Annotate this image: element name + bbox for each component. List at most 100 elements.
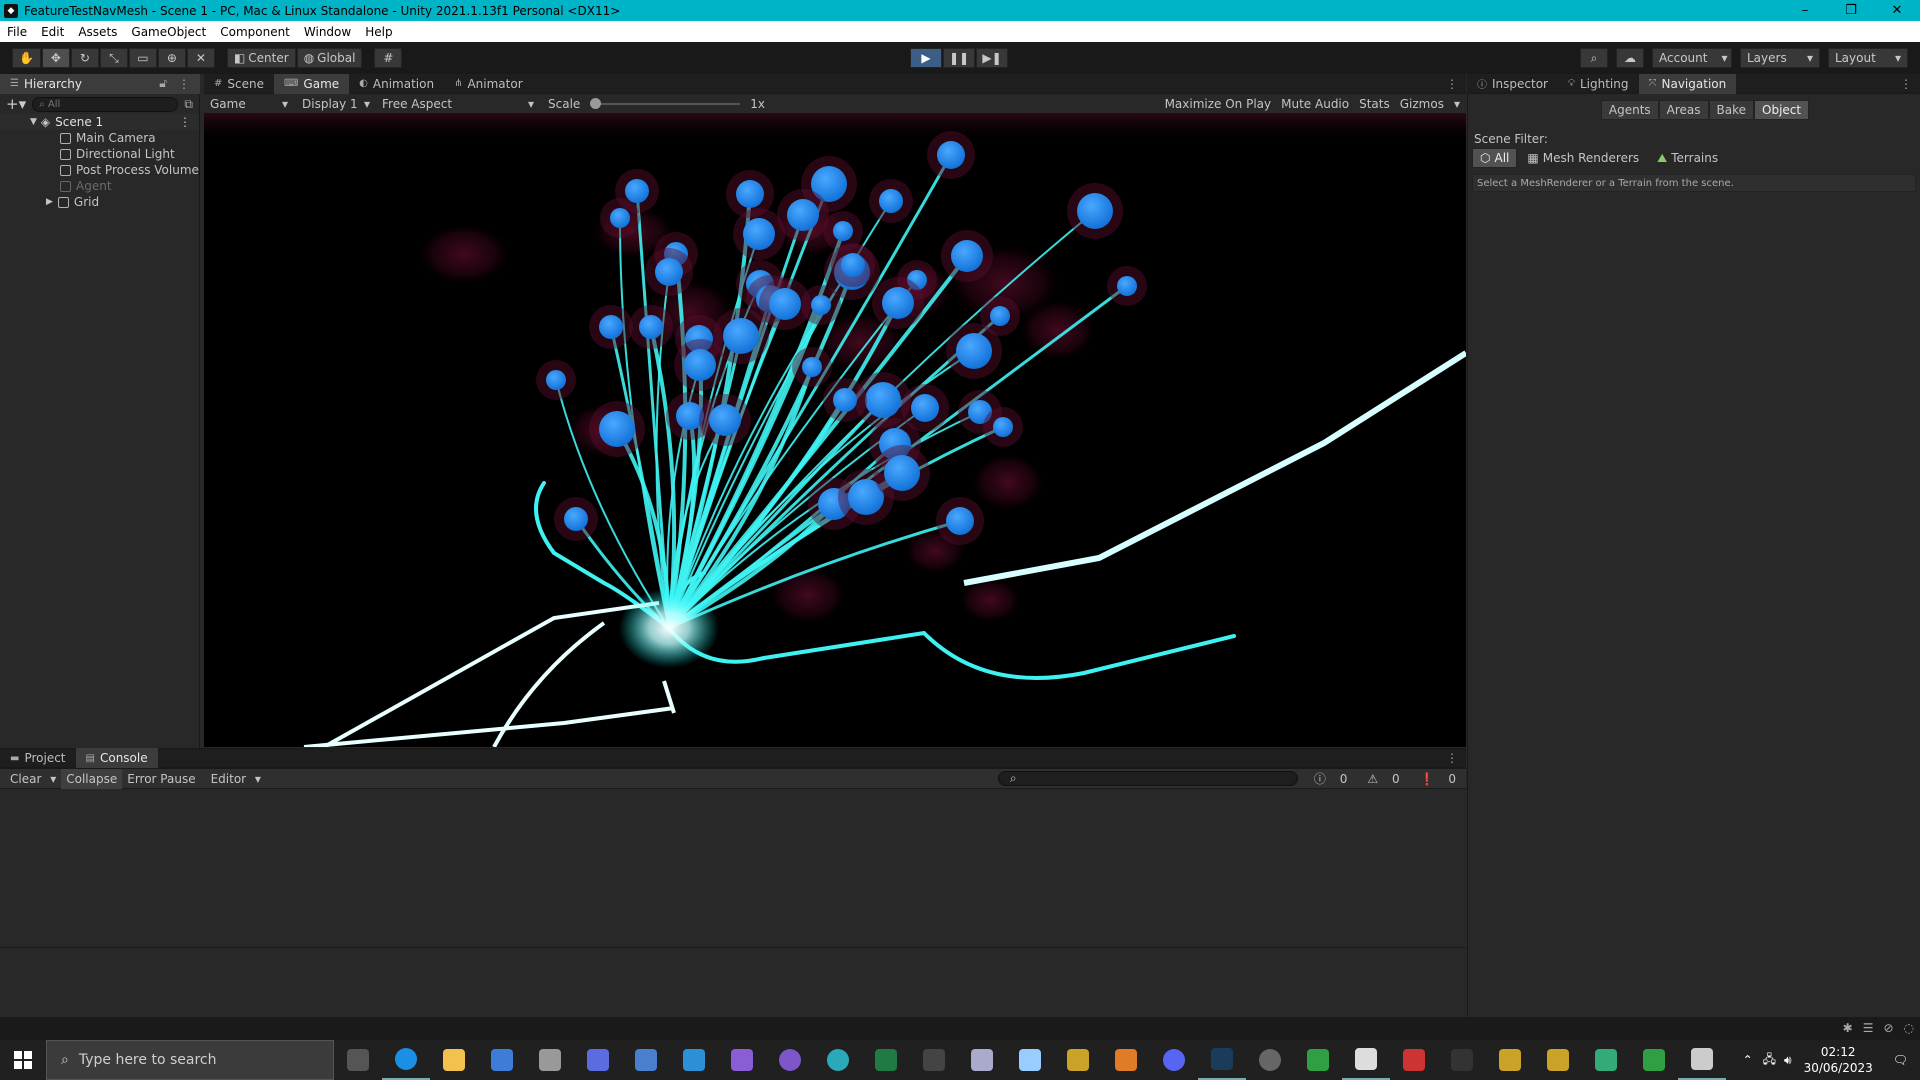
display-dropdown[interactable]: Display 1 ▾ (296, 97, 376, 111)
taskbar-app-excel-icon[interactable] (862, 1040, 910, 1080)
hand-tool-icon[interactable]: ✋ (12, 48, 41, 68)
editor-dropdown[interactable]: Editor ▾ (201, 769, 266, 789)
tab-animator[interactable]: ⋔ Animator (444, 74, 533, 94)
game-view-dropdown[interactable]: Game ▾ (204, 97, 294, 111)
nav-tab-areas[interactable]: Areas (1658, 100, 1709, 120)
cloud-button[interactable]: ☁ (1616, 48, 1644, 68)
hierarchy-item-agent[interactable]: Agent (0, 178, 199, 194)
minimize-button[interactable]: – (1782, 0, 1828, 21)
chevron-down-icon[interactable]: ▾ (1454, 97, 1460, 111)
scale-slider[interactable] (590, 97, 741, 109)
rotate-tool-icon[interactable]: ↻ (70, 48, 99, 68)
menu-gameobject[interactable]: GameObject (124, 25, 213, 39)
expand-arrow-icon[interactable]: ▼ (30, 117, 37, 127)
expand-arrow-icon[interactable]: ▶ (46, 197, 53, 207)
close-button[interactable]: ✕ (1874, 0, 1920, 21)
pivot-center-button[interactable]: ◧ Center (226, 48, 296, 68)
console-search-input[interactable]: ⌕ (997, 771, 1298, 786)
taskbar-app-discord-icon[interactable] (1150, 1040, 1198, 1080)
taskbar-search-input[interactable]: ⌕ Type here to search (46, 1040, 334, 1080)
grid-snap-button[interactable]: # (374, 48, 403, 68)
gizmos-toggle[interactable]: Gizmos (1400, 97, 1444, 111)
move-tool-icon[interactable]: ✥ (41, 48, 70, 68)
taskbar-app-app-icon[interactable] (958, 1040, 1006, 1080)
lock-icon[interactable]: 🔓︎ (159, 76, 167, 91)
nav-tab-object[interactable]: Object (1754, 100, 1810, 120)
tab-inspector[interactable]: ⓘ Inspector (1467, 74, 1558, 94)
maximize-on-play-toggle[interactable]: Maximize On Play (1165, 97, 1272, 111)
hierarchy-item-main-camera[interactable]: Main Camera (0, 130, 199, 146)
taskbar-app-app-icon[interactable] (1486, 1040, 1534, 1080)
start-button[interactable] (0, 1040, 46, 1080)
pivot-global-button[interactable]: ◍ Global (296, 48, 363, 68)
menu-component[interactable]: Component (213, 25, 297, 39)
taskbar-app-file-explorer-icon[interactable] (430, 1040, 478, 1080)
restore-button[interactable]: ❐ (1828, 0, 1874, 21)
taskbar-app-app-icon[interactable] (1054, 1040, 1102, 1080)
taskbar-app-obs-icon[interactable] (1246, 1040, 1294, 1080)
taskbar-app-blender-icon[interactable] (1102, 1040, 1150, 1080)
taskbar-app-app-icon[interactable] (622, 1040, 670, 1080)
layout-dropdown[interactable]: Layout ▾ (1828, 48, 1908, 68)
taskbar-app-terminal-icon[interactable] (910, 1040, 958, 1080)
error-count-toggle[interactable]: ❗ 0 (1410, 769, 1466, 789)
debug-icon[interactable]: ✱ (1843, 1021, 1853, 1035)
add-icon[interactable]: +▾ (6, 95, 26, 113)
network-icon[interactable]: 🖧︎ (1759, 1050, 1780, 1071)
aspect-dropdown[interactable]: Free Aspect ▾ (376, 97, 540, 111)
tab-animation[interactable]: ◐ Animation (349, 74, 444, 94)
taskbar-app-xbox-icon[interactable] (1294, 1040, 1342, 1080)
volume-icon[interactable]: 🔊︎ (1780, 1053, 1796, 1068)
tab-navigation[interactable]: ⤧ Navigation (1638, 73, 1737, 94)
warning-count-toggle[interactable]: ⚠ 0 (1357, 769, 1409, 789)
menu-help[interactable]: Help (358, 25, 399, 39)
hierarchy-item-grid[interactable]: ▶ Grid (0, 194, 199, 210)
taskbar-app-app-icon[interactable] (1438, 1040, 1486, 1080)
menu-edit[interactable]: Edit (34, 25, 71, 39)
taskbar-app-app-icon[interactable] (1390, 1040, 1438, 1080)
filter-all[interactable]: ⬡ All (1472, 148, 1518, 168)
filter-mesh-renderers[interactable]: ▦ Mesh Renderers (1519, 148, 1647, 168)
taskbar-app-app-icon[interactable] (526, 1040, 574, 1080)
more-icon[interactable]: ⋮ (1446, 77, 1458, 91)
search-button[interactable]: ⌕ (1580, 48, 1608, 68)
taskbar-app-app-icon[interactable] (1534, 1040, 1582, 1080)
transform-tool-icon[interactable]: ⊕ (157, 48, 186, 68)
taskbar-app-app-icon[interactable] (1630, 1040, 1678, 1080)
step-button[interactable]: ▶❚ (976, 48, 1008, 68)
taskbar-app-app-icon[interactable] (1006, 1040, 1054, 1080)
taskbar-app-steam-icon[interactable] (1198, 1040, 1246, 1080)
cache-icon[interactable]: ⊘ (1883, 1021, 1893, 1035)
taskbar-app-vscode-icon[interactable] (670, 1040, 718, 1080)
taskbar-app-app-icon[interactable] (1582, 1040, 1630, 1080)
taskbar-app-arduino-icon[interactable] (814, 1040, 862, 1080)
taskbar-app-app-icon[interactable] (574, 1040, 622, 1080)
game-view[interactable] (204, 113, 1466, 747)
tab-project[interactable]: ▬ Project (0, 748, 76, 768)
hierarchy-search-input[interactable]: ⌕ All (32, 96, 179, 112)
progress-icon[interactable]: ◌ (1904, 1021, 1914, 1035)
scale-slider-knob[interactable] (590, 97, 602, 109)
more-icon[interactable]: ⋮ (1900, 77, 1912, 91)
stats-toggle[interactable]: Stats (1359, 97, 1390, 111)
clear-button[interactable]: Clear ▾ (0, 769, 61, 789)
taskbar-app-unity-hub-icon[interactable] (1678, 1040, 1726, 1080)
tab-lighting[interactable]: 💡︎ Lighting (1558, 74, 1639, 94)
collapse-toggle[interactable]: Collapse (61, 768, 123, 789)
nav-tab-bake[interactable]: Bake (1708, 100, 1755, 120)
tab-scene[interactable]: # Scene (204, 74, 274, 94)
error-pause-toggle[interactable]: Error Pause (122, 769, 200, 789)
more-icon[interactable]: ⋮ (1446, 751, 1458, 765)
play-button[interactable]: ▶ (910, 48, 942, 68)
taskbar-app-unity-icon[interactable] (1342, 1040, 1390, 1080)
menu-window[interactable]: Window (297, 25, 358, 39)
filter-icon[interactable]: ⧉ (184, 97, 193, 112)
menu-assets[interactable]: Assets (71, 25, 124, 39)
layers-dropdown[interactable]: Layers ▾ (1740, 48, 1820, 68)
notifications-icon[interactable]: 🗨︎ (1881, 1053, 1920, 1067)
tab-console[interactable]: ▤ Console (75, 748, 158, 768)
taskbar-app-edge-icon[interactable] (382, 1040, 430, 1080)
log-count-toggle[interactable]: ⓘ 0 (1304, 769, 1357, 789)
tab-game[interactable]: ⌨ Game (273, 73, 350, 94)
scene-root[interactable]: ▼ ◈ Scene 1 ⋮ (0, 114, 199, 130)
